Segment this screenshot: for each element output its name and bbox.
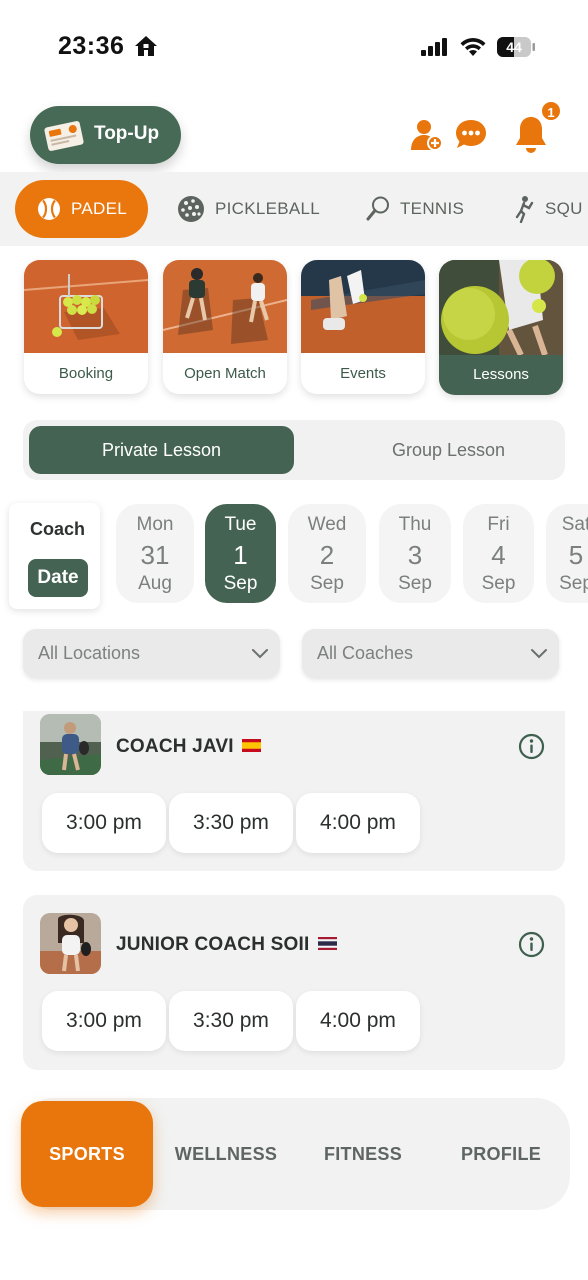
top-up-button[interactable]: Top-Up [30,106,181,164]
lessons-image [439,260,563,357]
day-month: Sep [223,573,258,594]
tab-tennis[interactable]: TENNIS [366,180,464,238]
tab-padel-label: PADEL [71,199,127,218]
day-number: 3 [407,540,423,570]
time-slot-button[interactable]: 3:00 pm [42,991,166,1051]
tab-squash[interactable]: SQU [513,180,583,238]
time-slot-button[interactable]: 4:00 pm [296,793,420,853]
squash-player-icon [513,195,535,223]
category-lessons-label: Lessons [473,366,529,383]
padel-ball-icon [37,197,61,221]
day-month: Aug [138,573,172,594]
time-slot-button[interactable]: 3:00 pm [42,793,166,853]
day-weekday: Tue [224,514,257,535]
coach-name: JUNIOR COACH SOII [116,934,337,956]
open-match-image [163,260,287,353]
coach-filter-dropdown[interactable]: All Coaches [302,629,559,678]
day-weekday: Wed [307,514,347,535]
location-filter-dropdown[interactable]: All Locations [23,629,280,678]
day-option[interactable]: Wed 2 Sep [288,504,366,603]
group-lesson-tab[interactable]: Group Lesson [316,426,581,474]
category-events-label: Events [340,365,386,382]
lesson-type-toggle: Private Lesson Group Lesson [23,420,565,480]
status-time: 23:36 [58,32,125,60]
day-option[interactable]: Thu 3 Sep [379,504,451,603]
day-month: Sep [310,573,344,594]
category-open-match-label: Open Match [184,365,266,382]
gift-card-icon [42,119,86,158]
info-icon[interactable] [518,733,545,765]
day-weekday: Mon [136,514,174,535]
day-number: 2 [319,540,335,570]
notification-bell-icon[interactable] [513,114,549,161]
tab-squash-label: SQU [545,199,583,218]
thailand-flag-icon [317,934,337,956]
day-number: 4 [491,540,506,570]
pickleball-icon [177,195,205,223]
tab-pickleball-label: PICKLEBALL [215,199,321,218]
day-number: 1 [233,540,248,570]
location-filter-value: All Locations [38,643,141,663]
tab-padel[interactable]: PADEL [15,180,148,238]
day-month: Sep [481,573,516,594]
day-number: 5 [568,540,584,570]
category-booking-label: Booking [58,365,114,382]
spain-flag-icon [242,736,262,758]
booking-image [24,260,148,353]
wifi-icon [459,36,487,63]
tab-tennis-label: TENNIS [400,199,465,218]
day-number: 31 [140,540,170,570]
nav-wellness[interactable]: WELLNESS [160,1101,292,1207]
tab-pickleball[interactable]: PICKLEBALL [177,180,320,238]
events-image [301,260,425,353]
day-option-selected[interactable]: Tue 1 Sep [205,504,276,603]
coach-filter-value: All Coaches [317,643,414,663]
status-bar: 23:36 44 [0,0,588,96]
nav-profile[interactable]: PROFILE [435,1101,567,1207]
add-friend-icon[interactable] [410,118,444,157]
category-events[interactable]: Events [301,260,425,394]
nav-sports[interactable]: SPORTS [21,1101,153,1207]
coach-avatar [40,913,101,974]
day-weekday: Thu [398,514,432,535]
coach-avatar [40,714,101,775]
view-by-date-button[interactable]: Date [28,559,88,597]
home-icon [134,35,158,62]
battery-percentage: 44 [506,39,522,55]
view-by-coach-button[interactable]: Coach [9,519,106,540]
tennis-racket-icon [366,196,390,222]
day-month: Sep [559,573,588,594]
day-weekday: Fri [487,514,510,535]
coach-card: COACH JAVI 3:00 pm 3:30 pm 4:00 pm [23,711,565,871]
time-slot-button[interactable]: 4:00 pm [296,991,420,1051]
day-weekday: Sat [561,514,588,535]
category-open-match[interactable]: Open Match [163,260,287,394]
chevron-down-icon [250,643,270,668]
day-month: Sep [398,573,432,594]
private-lesson-tab[interactable]: Private Lesson [29,426,294,474]
chevron-down-icon [529,643,549,668]
info-icon[interactable] [518,931,545,963]
top-up-label: Top-Up [94,123,160,144]
day-option[interactable]: Fri 4 Sep [463,504,534,603]
day-option[interactable]: Sat 5 Sep [546,504,588,603]
notification-badge: 1 [540,100,562,122]
time-slot-button[interactable]: 3:30 pm [169,793,293,853]
chat-icon[interactable] [454,118,488,155]
coach-name-text: JUNIOR COACH SOII [116,934,310,956]
day-option[interactable]: Mon 31 Aug [116,504,194,603]
coach-name: COACH JAVI [116,736,262,758]
battery-icon: 44 [496,36,536,58]
cellular-signal-icon [421,37,449,62]
time-slot-button[interactable]: 3:30 pm [169,991,293,1051]
nav-fitness[interactable]: FITNESS [297,1101,429,1207]
category-lessons[interactable]: Lessons [439,260,563,395]
coach-name-text: COACH JAVI [116,736,234,758]
coach-card: JUNIOR COACH SOII 3:00 pm 3:30 pm 4:00 p… [23,895,565,1070]
category-booking[interactable]: Booking [24,260,148,394]
